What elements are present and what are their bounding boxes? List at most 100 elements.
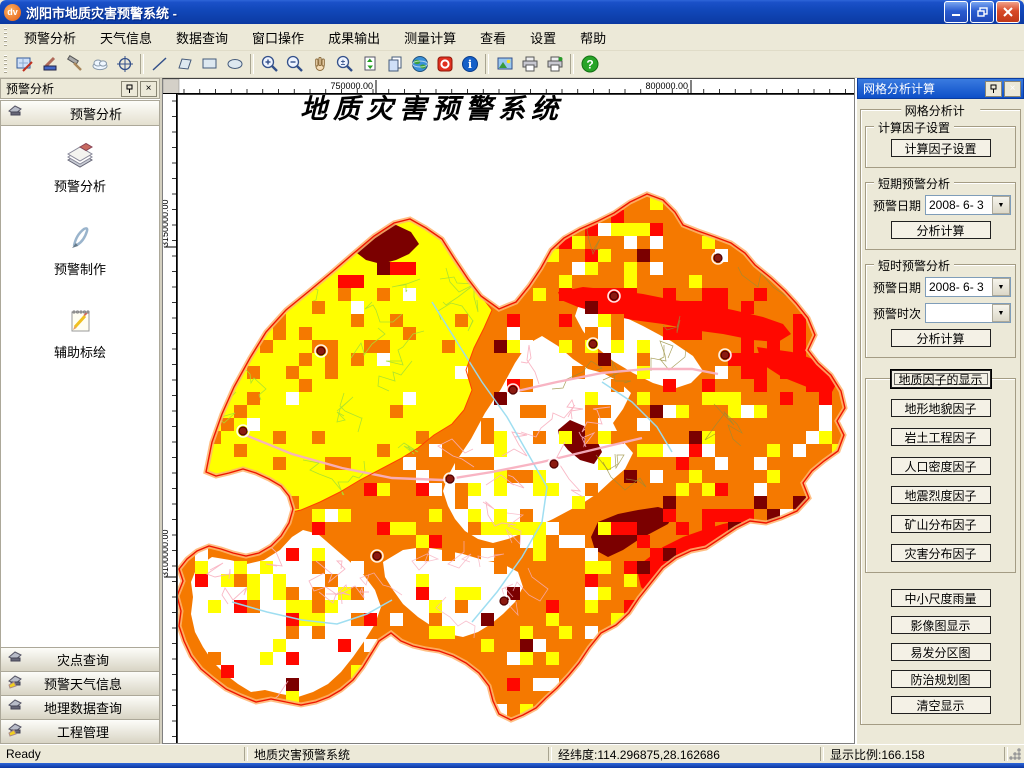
print-icon[interactable] (517, 53, 542, 76)
menu-bar: 预警分析 天气信息 数据查询 窗口操作 成果输出 测量计算 查看 设置 帮助 (0, 24, 1024, 51)
item-aux-plotting[interactable]: 辅助标绘 (54, 304, 106, 361)
menu-settings[interactable]: 设置 (518, 25, 568, 50)
disaster-factor-button[interactable]: 灾害分布因子 (890, 544, 991, 562)
chevron-down-icon[interactable]: ▼ (992, 196, 1010, 214)
image-display-button[interactable]: 影像图显示 (890, 616, 991, 634)
help-icon[interactable]: ? (577, 53, 602, 76)
population-factor-button[interactable]: 人口密度因子 (890, 457, 991, 475)
window-border (0, 763, 1024, 768)
restore-button[interactable] (970, 1, 994, 23)
map-title: 地质灾害预警系统 (300, 94, 564, 125)
close-button[interactable] (996, 1, 1020, 23)
close-panel-icon[interactable]: × (1004, 80, 1021, 97)
right-panel-titlebar: 网格分析计算 × (857, 78, 1024, 99)
refresh-icon[interactable] (357, 53, 382, 76)
item-warning-production[interactable]: 预警制作 (54, 221, 106, 278)
menu-measure[interactable]: 测量计算 (392, 25, 468, 50)
mine-factor-button[interactable]: 矿山分布因子 (890, 515, 991, 533)
date-label: 预警日期 (873, 198, 922, 213)
rainfall-button[interactable]: 中小尺度雨量 (890, 589, 991, 607)
zoom-in-icon[interactable] (257, 53, 282, 76)
short-term-date-combo[interactable]: 2008- 6- 3 ▼ (925, 195, 1011, 215)
menu-output[interactable]: 成果输出 (316, 25, 392, 50)
item-label: 预警制作 (53, 262, 106, 277)
toolbar-grip[interactable] (2, 55, 10, 73)
section-warning-weather-info[interactable]: 预警天气信息 (0, 671, 160, 696)
menu-data-query[interactable]: 数据查询 (164, 25, 240, 50)
left-panel-header[interactable]: 预警分析 (0, 100, 160, 126)
geotech-factor-button[interactable]: 岩土工程因子 (890, 428, 991, 446)
pan-hand-icon[interactable] (307, 53, 332, 76)
close-panel-icon[interactable]: × (140, 80, 157, 97)
tool-icon (7, 648, 27, 671)
zoom-out-icon[interactable] (282, 53, 307, 76)
immediate-date-combo[interactable]: 2008- 6- 3 ▼ (925, 277, 1011, 297)
disaster-marker (443, 472, 457, 486)
globe-icon[interactable] (407, 53, 432, 76)
stamp-tool-icon[interactable] (37, 53, 62, 76)
pen-icon (64, 221, 96, 256)
ellipse-tool-icon[interactable] (222, 53, 247, 76)
map-image-icon[interactable] (492, 53, 517, 76)
right-panel-title: 网格分析计算 (863, 82, 936, 96)
line-tool-icon[interactable] (147, 53, 172, 76)
pin-icon[interactable] (121, 80, 138, 97)
ruler-y-label: 3100000.00 (163, 529, 170, 577)
clear-display-button[interactable]: 清空显示 (890, 696, 991, 714)
status-ready: Ready (6, 747, 41, 761)
map-canvas[interactable]: 地质灾害预警系统 (177, 94, 855, 744)
short-term-analyze-button[interactable]: 分析计算 (890, 221, 991, 239)
immediate-time-combo[interactable]: ▼ (925, 303, 1011, 323)
app-window: dv 浏阳市地质灾害预警系统 - 预警分析 天气信息 数据查询 窗口操作 成果输… (0, 0, 1024, 768)
section-geo-data-query[interactable]: 地理数据查询 (0, 695, 160, 720)
polygon-tool-icon[interactable] (172, 53, 197, 76)
stop-icon[interactable] (432, 53, 457, 76)
section-disaster-point-query[interactable]: 灾点查询 (0, 647, 160, 672)
disaster-marker (497, 594, 511, 608)
section-project-management[interactable]: 工程管理 (0, 719, 160, 744)
zoom-extent-icon[interactable]: ± (332, 53, 357, 76)
item-warning-analysis[interactable]: 预警分析 (54, 138, 106, 195)
seismic-factor-button[interactable]: 地震烈度因子 (890, 486, 991, 504)
copy-layers-icon[interactable] (382, 53, 407, 76)
immediate-analyze-button[interactable]: 分析计算 (890, 329, 991, 347)
window-title: 浏阳市地质灾害预警系统 - (26, 5, 177, 21)
toolbar-separator (140, 54, 144, 74)
menu-window-ops[interactable]: 窗口操作 (240, 25, 316, 50)
terrain-factor-button[interactable]: 地形地貌因子 (890, 399, 991, 417)
disaster-marker (607, 289, 621, 303)
info-icon[interactable]: i (457, 53, 482, 76)
susceptibility-map-button[interactable]: 易发分区图 (890, 643, 991, 661)
resize-grip[interactable] (1008, 747, 1022, 761)
left-panel-header-label: 预警分析 (69, 106, 122, 122)
left-panel-items: 预警分析 预警制作 辅助标绘 (0, 126, 160, 648)
book-icon (64, 138, 96, 173)
menu-grip[interactable] (2, 28, 10, 46)
map-select-tool-icon[interactable] (12, 53, 37, 76)
chevron-down-icon[interactable]: ▼ (992, 278, 1010, 296)
ruler-vertical: 3150000.00 3100000.00 (163, 94, 177, 743)
status-coordinates: 经纬度:114.296875,28.162686 (558, 747, 720, 762)
minimize-button[interactable] (944, 1, 968, 23)
factor-buttons-group: 地形地貌因子 岩土工程因子 人口密度因子 地震烈度因子 矿山分布因子 灾害分布因… (865, 378, 1016, 573)
grid-analysis-groupbox: 网格分析计算 计算因子设置 计算因子设置 短期预警分析 预警日期 2008- 6… (860, 102, 1021, 725)
menu-help[interactable]: 帮助 (568, 25, 618, 50)
rectangle-tool-icon[interactable] (197, 53, 222, 76)
chevron-down-icon[interactable]: ▼ (992, 304, 1010, 322)
geo-factor-display-button[interactable]: 地质因子的显示 (889, 369, 992, 389)
menu-view[interactable]: 查看 (468, 25, 518, 50)
print-setup-icon[interactable] (542, 53, 567, 76)
map-viewport: 750000.00 800000.00 3150000.00 3100000.00 … (162, 78, 855, 744)
crosshair-tool-icon[interactable] (112, 53, 137, 76)
disaster-marker (506, 383, 520, 397)
hammer-tool-icon[interactable] (62, 53, 87, 76)
menu-warning-analysis[interactable]: 预警分析 (12, 25, 88, 50)
pin-icon[interactable] (985, 80, 1002, 97)
factor-setup-group: 计算因子设置 计算因子设置 (865, 119, 1016, 168)
prevention-plan-button[interactable]: 防治规划图 (890, 670, 991, 688)
menu-weather-info[interactable]: 天气信息 (88, 25, 164, 50)
ruler-y-label: 3150000.00 (163, 199, 170, 247)
tool-icon (7, 720, 27, 743)
cloud-tool-icon[interactable] (87, 53, 112, 76)
factor-setup-button[interactable]: 计算因子设置 (890, 139, 991, 157)
